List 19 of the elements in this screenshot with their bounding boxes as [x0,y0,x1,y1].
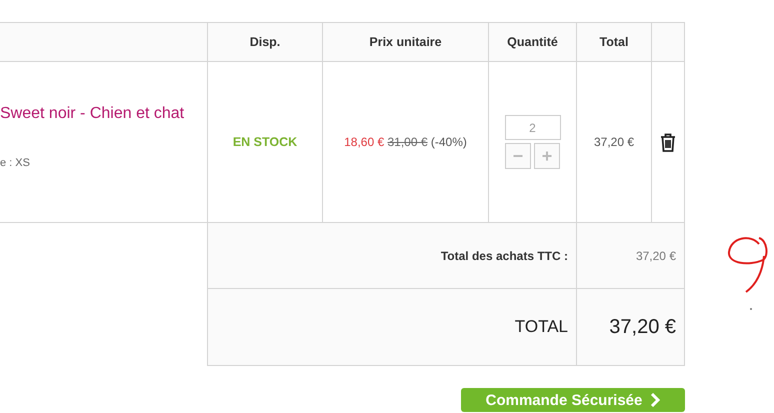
grand-total-label: TOTAL [514,317,568,337]
column-header: Quantité [489,22,577,62]
column-header: Total [577,22,652,62]
subtotal-label: Total des achats TTC : [440,248,568,262]
subtotal-value: 37,20 € [636,248,676,262]
increase-button[interactable]: + [534,143,560,169]
unit-price: 18,60 € 31,00 € (-40%) [344,135,467,149]
line-total: 37,20 € [594,135,634,149]
trash-icon[interactable] [660,132,676,152]
decrease-button[interactable]: − [505,143,531,169]
grand-total-value: 37,20 € [609,316,676,338]
chevron-icon [650,393,660,407]
availability-status: EN STOCK [232,135,298,149]
checkout-button[interactable]: Commande Sécurisée [461,388,685,412]
product-option: e : XS [0,157,30,169]
column-header: Disp. [208,22,323,62]
column-header: Prix unitaire [323,22,489,62]
product-name[interactable]: Sweet noir - Chien et chat [0,105,184,123]
quantity-field[interactable]: 2 [504,115,560,140]
